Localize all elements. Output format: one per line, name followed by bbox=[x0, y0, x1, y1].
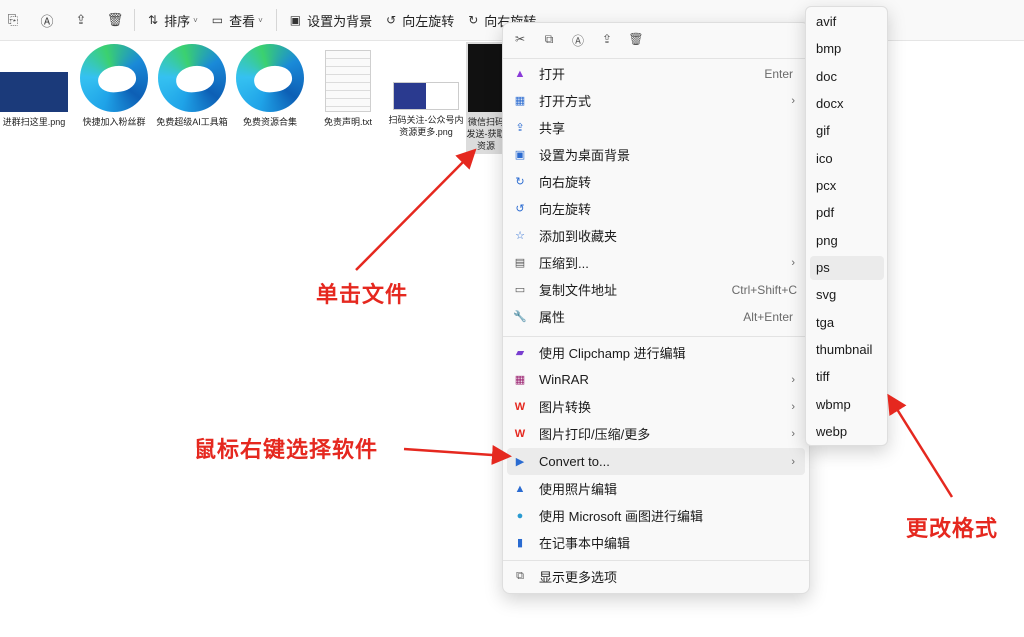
annotation-change-format: 更改格式 bbox=[906, 516, 999, 541]
arrow-to-formats bbox=[887, 393, 954, 498]
annotation-right-click: 鼠标右键选择软件 bbox=[194, 437, 379, 462]
arrow-to-convert bbox=[403, 445, 512, 465]
annotation-click-file: 单击文件 bbox=[316, 282, 409, 307]
arrow-to-file bbox=[355, 148, 477, 271]
annotation-arrows bbox=[355, 148, 954, 498]
